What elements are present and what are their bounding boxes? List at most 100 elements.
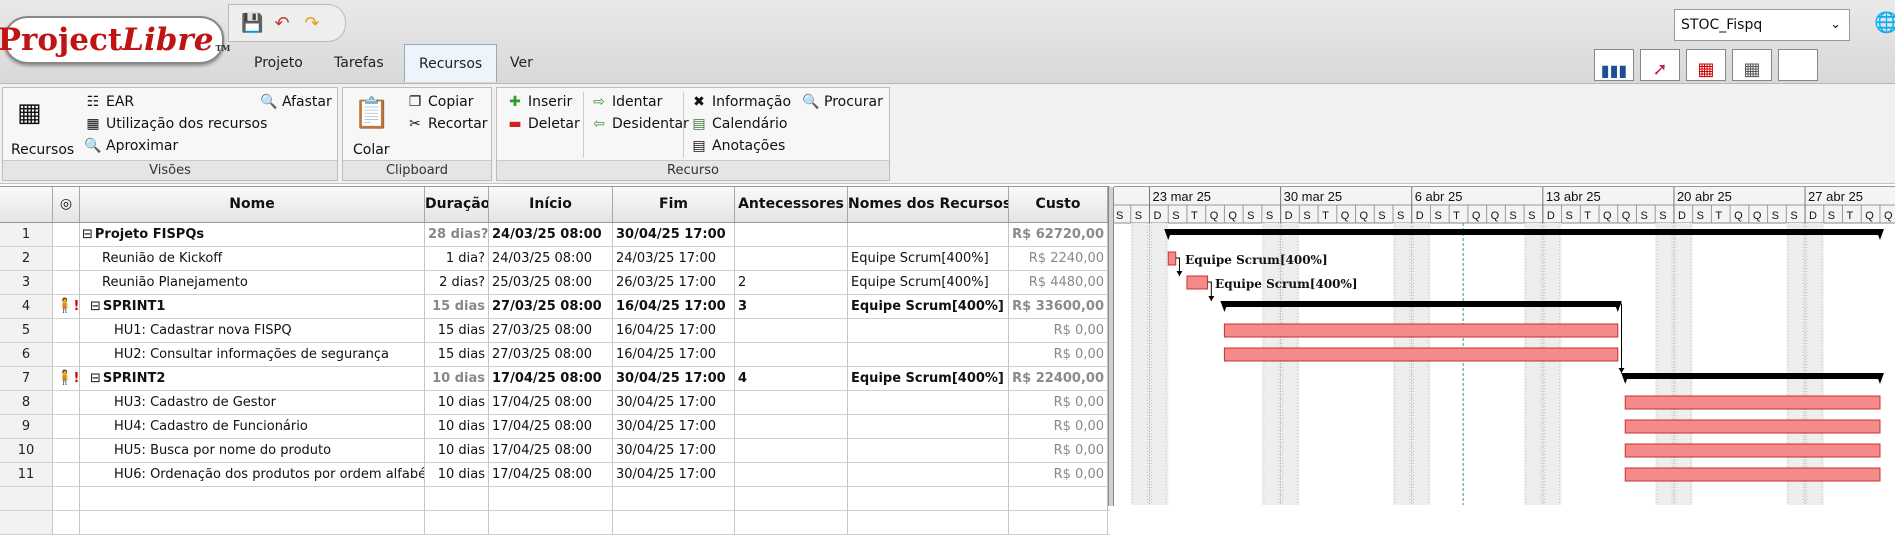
row-number[interactable]: 8: [0, 391, 53, 414]
task-predecessors[interactable]: 3: [735, 295, 848, 318]
task-finish[interactable]: 26/03/25 17:00: [613, 271, 735, 294]
task-cost[interactable]: [1009, 511, 1108, 534]
project-select[interactable]: STOC_Fispq ⌄: [1674, 9, 1850, 41]
task-resources[interactable]: [848, 343, 1009, 366]
task-usage-view-icon[interactable]: ▦: [1686, 49, 1726, 81]
task-resources[interactable]: [848, 463, 1009, 486]
aproximar-button[interactable]: 🔍 Aproximar: [83, 138, 178, 154]
table-row[interactable]: 11 HU6: Ordenação dos produtos por ordem …: [0, 463, 1110, 487]
row-number[interactable]: 3: [0, 271, 53, 294]
task-bar[interactable]: [1223, 347, 1619, 362]
task-start[interactable]: 25/03/25 08:00: [489, 271, 613, 294]
task-cost[interactable]: R$ 62720,00: [1009, 223, 1108, 246]
task-start[interactable]: 17/04/25 08:00: [489, 439, 613, 462]
task-predecessors[interactable]: [735, 511, 848, 534]
task-cost[interactable]: R$ 0,00: [1009, 391, 1108, 414]
task-resources[interactable]: [848, 415, 1009, 438]
app-logo[interactable]: ProjectLibre TM: [0, 16, 230, 64]
table-row[interactable]: 9 HU4: Cadastro de Funcionário 10 dias 17/0…: [0, 415, 1110, 439]
task-cost[interactable]: R$ 0,00: [1009, 463, 1108, 486]
copiar-button[interactable]: ❐ Copiar: [405, 94, 474, 110]
redo-icon[interactable]: ↷: [301, 13, 323, 35]
task-start[interactable]: 17/04/25 08:00: [489, 463, 613, 486]
task-bar[interactable]: [1167, 251, 1177, 266]
task-resources[interactable]: Equipe Scrum[400%]: [848, 247, 1009, 270]
task-duration[interactable]: 10 dias: [425, 439, 489, 462]
calendario-button[interactable]: ▤ Calendário: [689, 116, 787, 132]
task-predecessors[interactable]: 4: [735, 367, 848, 390]
row-number[interactable]: 9: [0, 415, 53, 438]
task-start[interactable]: 27/03/25 08:00: [489, 295, 613, 318]
task-name[interactable]: HU2: Consultar informações de segurança: [80, 343, 425, 366]
table-row[interactable]: [0, 511, 1110, 535]
task-finish[interactable]: 30/04/25 17:00: [613, 391, 735, 414]
header-indicators[interactable]: ◎: [53, 187, 80, 223]
recortar-button[interactable]: ✂ Recortar: [405, 116, 487, 132]
task-cost[interactable]: R$ 22400,00: [1009, 367, 1108, 390]
task-finish[interactable]: [613, 511, 735, 534]
row-number[interactable]: [0, 511, 53, 534]
task-duration[interactable]: [425, 487, 489, 510]
task-predecessors[interactable]: [735, 439, 848, 462]
task-predecessors[interactable]: [735, 463, 848, 486]
task-name[interactable]: HU1: Cadastrar nova FISPQ: [80, 319, 425, 342]
afastar-button[interactable]: 🔍 Afastar: [259, 94, 331, 110]
procurar-button[interactable]: 🔍 Procurar: [801, 94, 883, 110]
task-duration[interactable]: 1 dia?: [425, 247, 489, 270]
header-inicio[interactable]: Início: [489, 187, 613, 223]
task-resources[interactable]: [848, 391, 1009, 414]
table-row[interactable]: 4 🧍! ⊟ SPRINT1 15 dias 27/03/25 08:00 16/04/25…: [0, 295, 1110, 319]
summary-bar[interactable]: [1625, 373, 1880, 379]
task-finish[interactable]: 16/04/25 17:00: [613, 295, 735, 318]
table-row[interactable]: 7 🧍! ⊟ SPRINT2 10 dias 17/04/25 08:00 30/04/25…: [0, 367, 1110, 391]
row-number[interactable]: 2: [0, 247, 53, 270]
task-duration[interactable]: 10 dias: [425, 463, 489, 486]
informacao-button[interactable]: ✖ Informação: [689, 94, 791, 110]
resources-view-icon[interactable]: ▦: [17, 98, 42, 128]
task-cost[interactable]: R$ 2240,00: [1009, 247, 1108, 270]
row-number[interactable]: [0, 487, 53, 510]
task-name[interactable]: HU4: Cadastro de Funcionário: [80, 415, 425, 438]
header-duracao[interactable]: Duração: [425, 187, 489, 223]
task-finish[interactable]: 30/04/25 17:00: [613, 415, 735, 438]
resource-usage-view-icon[interactable]: ▦: [1732, 49, 1772, 81]
task-duration[interactable]: 15 dias: [425, 295, 489, 318]
row-number[interactable]: 5: [0, 319, 53, 342]
task-finish[interactable]: 30/04/25 17:00: [613, 463, 735, 486]
paste-icon[interactable]: 📋: [353, 96, 390, 131]
summary-bar[interactable]: [1224, 301, 1618, 307]
row-number[interactable]: 4: [0, 295, 53, 318]
task-name[interactable]: HU3: Cadastro de Gestor: [80, 391, 425, 414]
task-bar[interactable]: [1223, 323, 1619, 338]
task-predecessors[interactable]: 2: [735, 271, 848, 294]
task-name[interactable]: ⊟ SPRINT2: [80, 367, 425, 390]
task-finish[interactable]: 16/04/25 17:00: [613, 343, 735, 366]
tab-recursos[interactable]: Recursos: [404, 44, 498, 82]
task-finish[interactable]: [613, 487, 735, 510]
task-resources[interactable]: [848, 511, 1009, 534]
header-antecessores[interactable]: Antecessores: [735, 187, 848, 223]
task-name[interactable]: [80, 487, 425, 510]
task-predecessors[interactable]: [735, 415, 848, 438]
table-row[interactable]: 1 ⊟ Projeto FISPQs 28 dias? 24/03/25 08:00 30…: [0, 223, 1110, 247]
task-bar[interactable]: [1624, 395, 1881, 410]
task-start[interactable]: [489, 487, 613, 510]
undo-icon[interactable]: ↶: [271, 13, 293, 35]
task-cost[interactable]: R$ 4480,00: [1009, 271, 1108, 294]
row-number[interactable]: 6: [0, 343, 53, 366]
task-predecessors[interactable]: [735, 247, 848, 270]
task-predecessors[interactable]: [735, 487, 848, 510]
row-number[interactable]: 7: [0, 367, 53, 390]
table-row[interactable]: [0, 487, 1110, 511]
table-row[interactable]: 2 Reunião de Kickoff 1 dia? 24/03/25 08:00 2…: [0, 247, 1110, 271]
colar-button[interactable]: Colar: [353, 142, 390, 158]
task-finish[interactable]: 30/04/25 17:00: [613, 439, 735, 462]
charts-view-icon[interactable]: ➚: [1640, 49, 1680, 81]
task-duration[interactable]: 10 dias: [425, 391, 489, 414]
task-resources[interactable]: [848, 487, 1009, 510]
task-finish[interactable]: 24/03/25 17:00: [613, 247, 735, 270]
task-start[interactable]: 27/03/25 08:00: [489, 343, 613, 366]
summary-bar[interactable]: [1168, 229, 1880, 235]
task-cost[interactable]: R$ 0,00: [1009, 319, 1108, 342]
task-finish[interactable]: 30/04/25 17:00: [613, 367, 735, 390]
